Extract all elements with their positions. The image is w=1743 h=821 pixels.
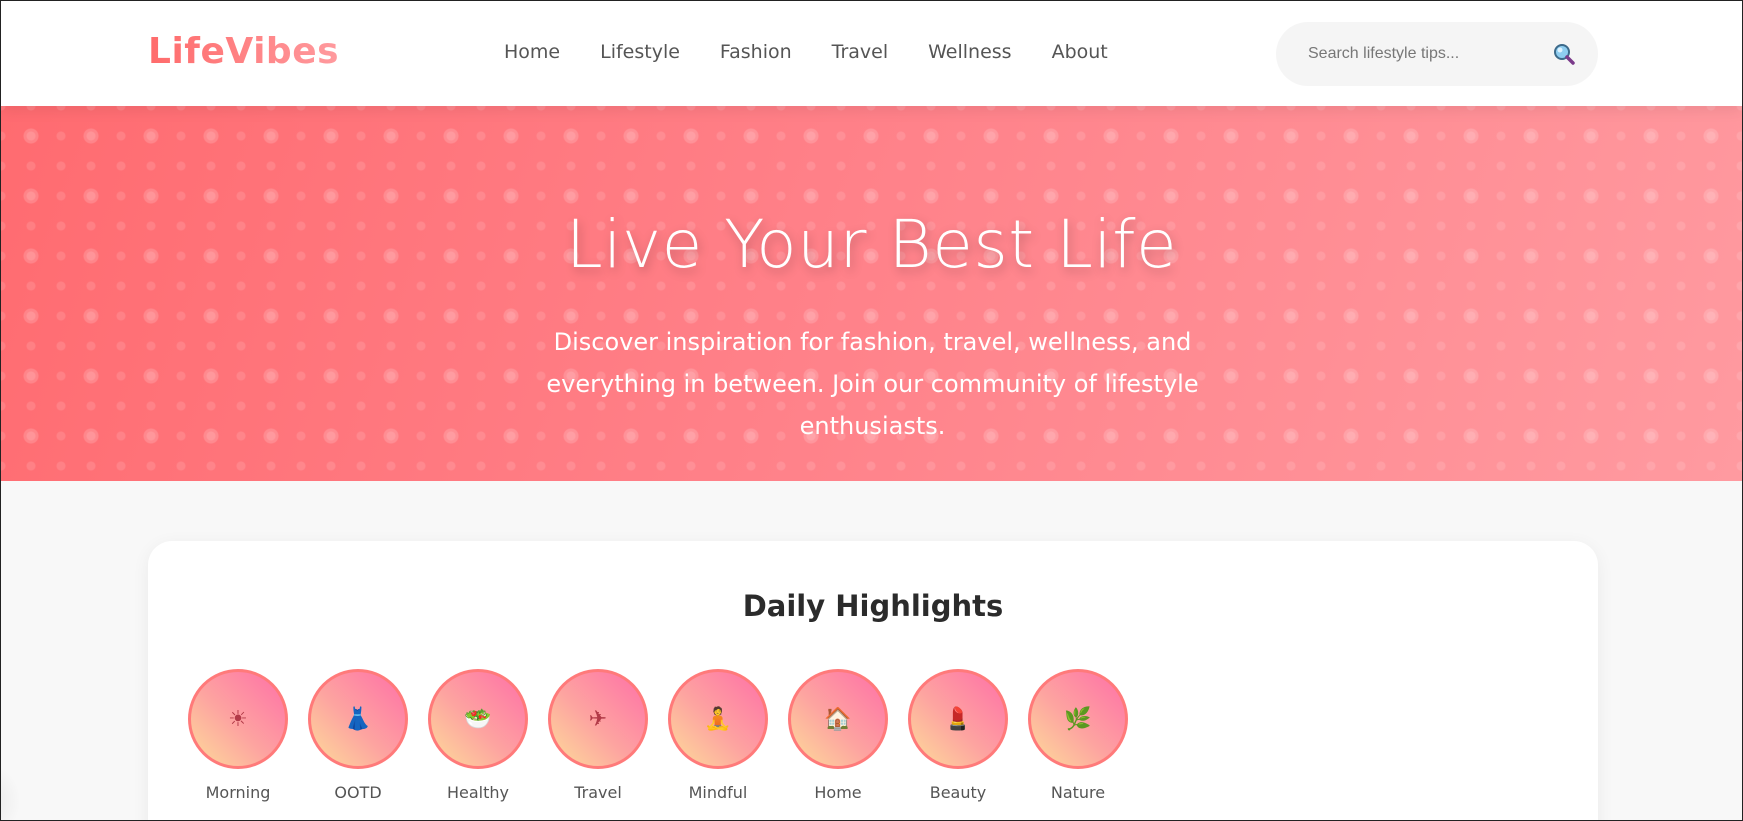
highlight-ootd[interactable]: 👗 OOTD	[308, 669, 408, 802]
search-input[interactable]	[1308, 42, 1538, 66]
hero-title: Live Your Best Life	[565, 206, 1178, 283]
highlights-list: ☀ Morning 👗 OOTD 🥗 Healthy ✈ Travel 🧘 Mi…	[188, 669, 1128, 802]
edge-shadow	[1, 761, 21, 820]
highlight-mindful[interactable]: 🧘 Mindful	[668, 669, 768, 802]
highlight-label: Mindful	[688, 783, 748, 802]
search-icon[interactable]	[1552, 42, 1576, 66]
nav-link-fashion[interactable]: Fashion	[720, 41, 792, 63]
highlight-label: Healthy	[446, 783, 509, 802]
dress-icon[interactable]: 👗	[308, 669, 408, 769]
plant-icon[interactable]: 🌿	[1028, 669, 1128, 769]
highlight-label: OOTD	[334, 783, 382, 802]
daily-highlights-card: Daily Highlights ☀ Morning 👗 OOTD 🥗 Heal…	[148, 541, 1598, 820]
house-icon[interactable]: 🏠	[788, 669, 888, 769]
nav-link-about[interactable]: About	[1052, 41, 1108, 63]
nav-link-lifestyle[interactable]: Lifestyle	[600, 41, 680, 63]
salad-icon[interactable]: 🥗	[428, 669, 528, 769]
nav-link-wellness[interactable]: Wellness	[928, 41, 1011, 63]
meditation-icon[interactable]: 🧘	[668, 669, 768, 769]
main-nav: Home Lifestyle Fashion Travel Wellness A…	[504, 41, 1108, 63]
page: LifeVibes Home Lifestyle Fashion Travel …	[0, 0, 1743, 821]
highlight-label: Beauty	[929, 783, 987, 802]
highlight-nature[interactable]: 🌿 Nature	[1028, 669, 1128, 802]
highlight-label: Nature	[1050, 783, 1106, 802]
highlight-label: Morning	[205, 783, 271, 802]
site-logo[interactable]: LifeVibes	[148, 31, 339, 72]
search-box	[1276, 22, 1598, 86]
nav-link-travel[interactable]: Travel	[832, 41, 888, 63]
highlight-healthy[interactable]: 🥗 Healthy	[428, 669, 528, 802]
nav-link-home[interactable]: Home	[504, 41, 560, 63]
hero-banner: Live Your Best Life Discover inspiration…	[1, 106, 1742, 481]
site-header: LifeVibes Home Lifestyle Fashion Travel …	[1, 1, 1742, 106]
highlight-label: Travel	[574, 783, 622, 802]
highlight-beauty[interactable]: 💄 Beauty	[908, 669, 1008, 802]
airplane-icon[interactable]: ✈	[548, 669, 648, 769]
hero-subtitle: Discover inspiration for fashion, travel…	[546, 328, 1199, 440]
highlights-title: Daily Highlights	[742, 589, 1004, 623]
highlight-home[interactable]: 🏠 Home	[788, 669, 888, 802]
highlight-travel[interactable]: ✈ Travel	[548, 669, 648, 802]
sun-icon[interactable]: ☀	[188, 669, 288, 769]
highlight-label: Home	[814, 783, 862, 802]
highlight-morning[interactable]: ☀ Morning	[188, 669, 288, 802]
lipstick-icon[interactable]: 💄	[908, 669, 1008, 769]
